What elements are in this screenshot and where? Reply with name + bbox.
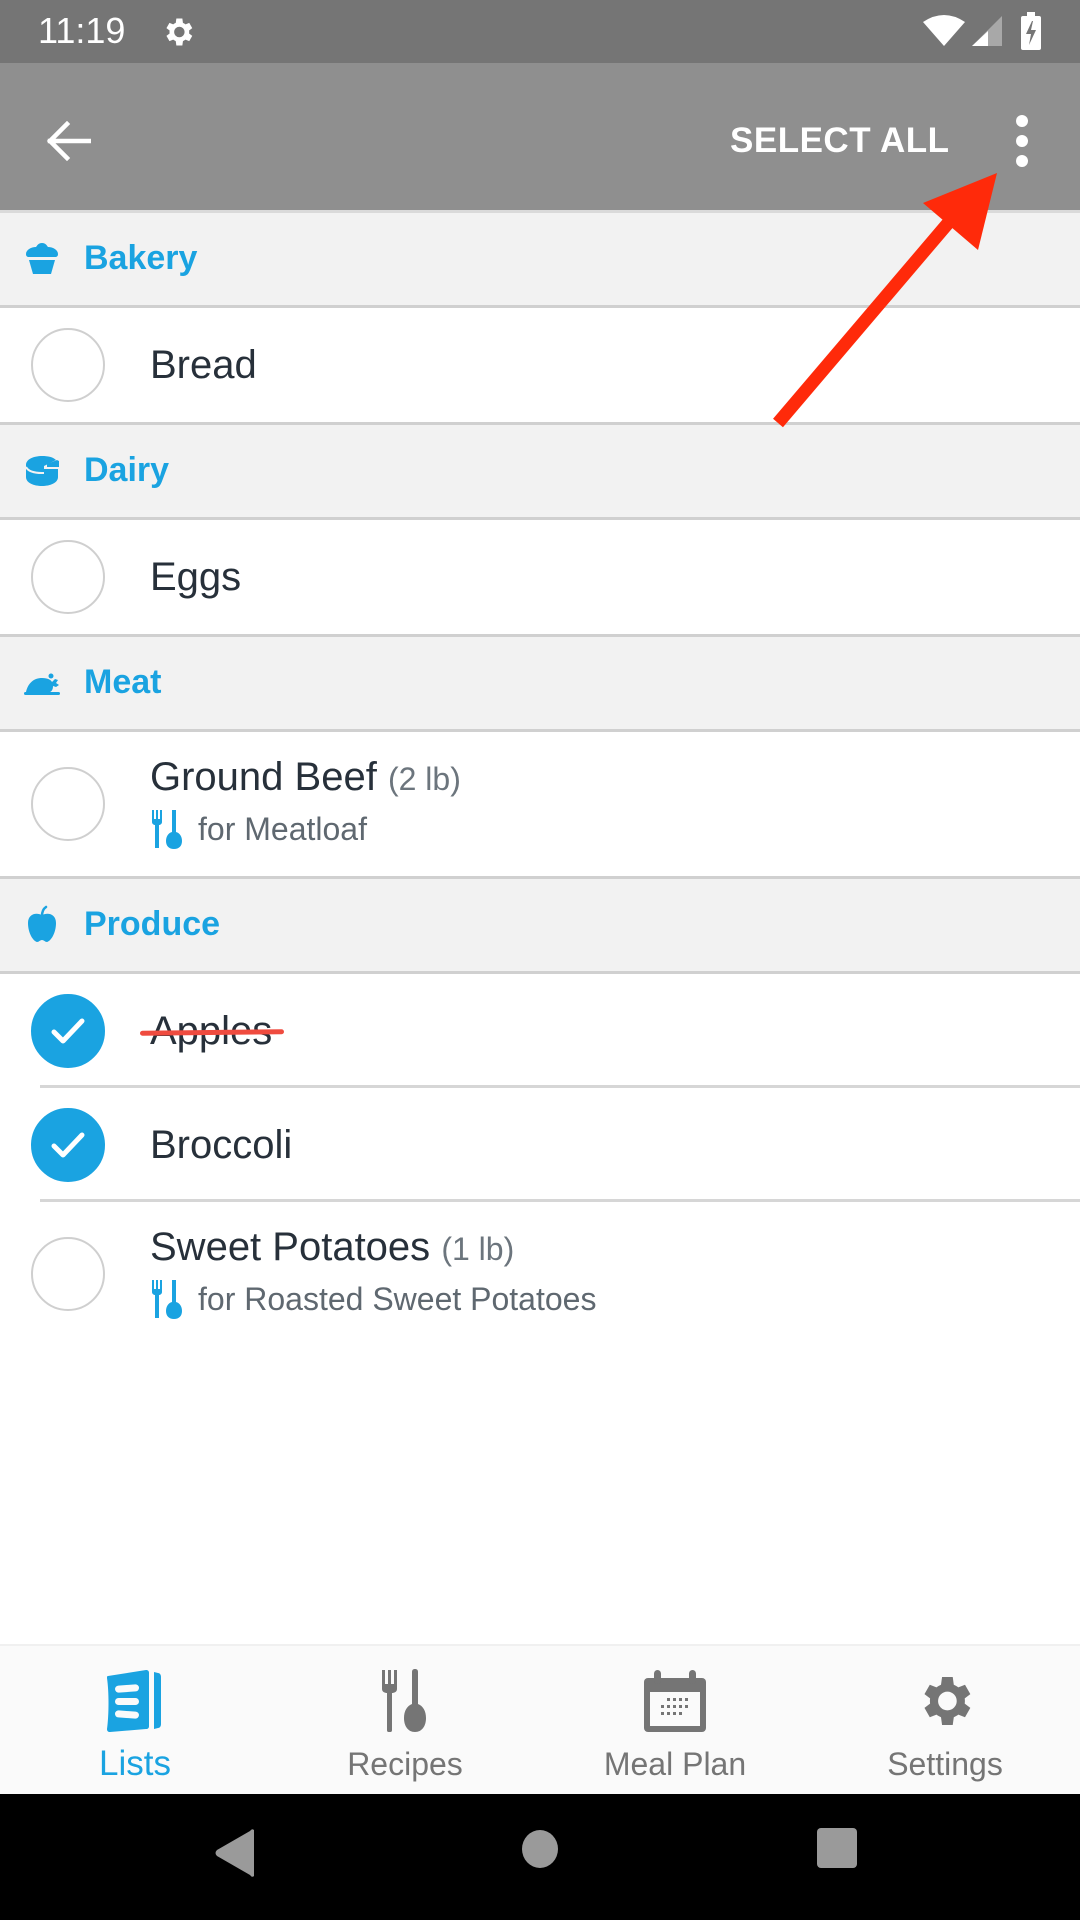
nav-label: Settings xyxy=(887,1746,1003,1782)
item-name: Eggs xyxy=(150,555,242,599)
checkmark-icon xyxy=(51,1018,85,1044)
more-vert-icon-dot xyxy=(1016,135,1028,147)
item-name: Sweet Potatoes (1 lb) xyxy=(150,1222,514,1274)
arrow-left-icon xyxy=(46,121,91,161)
list-item-apples[interactable]: Apples xyxy=(0,974,1080,1088)
select-all-button[interactable]: SELECT ALL xyxy=(730,111,950,171)
status-time: 11:19 xyxy=(38,10,126,51)
cell-signal-icon xyxy=(972,16,1002,46)
nav-home-icon[interactable] xyxy=(519,1828,561,1870)
more-options-button[interactable] xyxy=(1000,101,1044,181)
item-quantity: (2 lb) xyxy=(387,761,461,797)
item-name-text: Ground Beef xyxy=(150,755,377,799)
section-header-bakery: Bakery xyxy=(0,210,1080,308)
item-checkbox[interactable] xyxy=(31,767,105,841)
calendar-icon xyxy=(644,1670,706,1732)
nav-tab-meal-plan[interactable]: Meal Plan xyxy=(540,1646,810,1794)
item-checkbox[interactable] xyxy=(31,328,105,402)
lists-icon xyxy=(107,1670,161,1732)
fork-spoon-icon xyxy=(152,810,182,849)
item-checkbox[interactable] xyxy=(31,1237,105,1311)
nav-label: Meal Plan xyxy=(603,1746,747,1782)
checkmark-icon xyxy=(51,1132,85,1158)
section-header-dairy: Dairy xyxy=(0,422,1080,520)
bottom-nav: Lists Recipes Meal Plan Settings xyxy=(0,1644,1080,1794)
item-recipe-link[interactable]: for Roasted Sweet Potatoes xyxy=(150,1277,596,1321)
list-item-ground-beef[interactable]: Ground Beef (2 lb) for Meatloaf xyxy=(0,732,1080,876)
item-name: Broccoli xyxy=(150,1123,293,1167)
section-title: Dairy xyxy=(84,451,170,489)
fork-spoon-icon xyxy=(152,1280,182,1319)
roast-chicken-icon xyxy=(24,673,60,695)
section-title: Bakery xyxy=(84,239,198,277)
nav-tab-recipes[interactable]: Recipes xyxy=(270,1646,540,1794)
nav-label: Recipes xyxy=(347,1746,463,1782)
item-checkbox[interactable] xyxy=(31,540,105,614)
nav-tab-settings[interactable]: Settings xyxy=(810,1646,1080,1794)
item-name-text: Sweet Potatoes xyxy=(150,1225,431,1269)
more-vert-icon-dot xyxy=(1016,155,1028,167)
settings-gear-icon xyxy=(166,18,193,46)
list-item-broccoli[interactable]: Broccoli xyxy=(0,1088,1080,1202)
item-recipe-link[interactable]: for Meatloaf xyxy=(150,807,367,851)
item-name-struck: Apples xyxy=(139,1006,285,1056)
settings-gear-icon xyxy=(924,1677,971,1725)
nav-recents-icon[interactable] xyxy=(815,1826,859,1870)
recipe-text: for Meatloaf xyxy=(198,811,367,847)
battery-charging-icon xyxy=(1021,12,1041,50)
wifi-icon xyxy=(923,15,965,46)
apple-icon xyxy=(28,905,56,942)
app-bar: SELECT ALL xyxy=(0,63,1080,210)
system-nav-bar xyxy=(0,1794,1080,1920)
more-vert-icon-dot xyxy=(1016,115,1028,127)
status-bar: 11:19 xyxy=(0,0,1080,63)
list-item-sweet-potatoes[interactable]: Sweet Potatoes (1 lb) for Roasted Sweet … xyxy=(0,1202,1080,1346)
shopping-list: Bakery Bread Dairy Eggs Meat Ground Beef… xyxy=(0,210,1080,1346)
item-name: Ground Beef (2 lb) xyxy=(150,752,461,804)
list-item-bread[interactable]: Bread xyxy=(0,308,1080,422)
item-name: Bread xyxy=(150,343,257,387)
cheese-icon xyxy=(25,456,59,486)
section-header-meat: Meat xyxy=(0,634,1080,732)
nav-back-icon[interactable] xyxy=(214,1828,258,1878)
section-title: Meat xyxy=(84,663,162,701)
section-title: Produce xyxy=(84,905,221,943)
back-button[interactable] xyxy=(30,103,106,179)
fork-spoon-icon xyxy=(382,1669,426,1732)
recipe-text: for Roasted Sweet Potatoes xyxy=(198,1281,597,1317)
nav-tab-lists[interactable]: Lists xyxy=(0,1646,270,1794)
item-checkbox-checked[interactable] xyxy=(31,994,105,1068)
section-header-produce: Produce xyxy=(0,876,1080,974)
cupcake-icon xyxy=(26,243,58,274)
nav-label: Lists xyxy=(99,1744,171,1783)
item-quantity: (1 lb) xyxy=(441,1231,515,1267)
item-name: Apples xyxy=(139,1006,285,1056)
item-checkbox-checked[interactable] xyxy=(31,1108,105,1182)
list-item-eggs[interactable]: Eggs xyxy=(0,520,1080,634)
